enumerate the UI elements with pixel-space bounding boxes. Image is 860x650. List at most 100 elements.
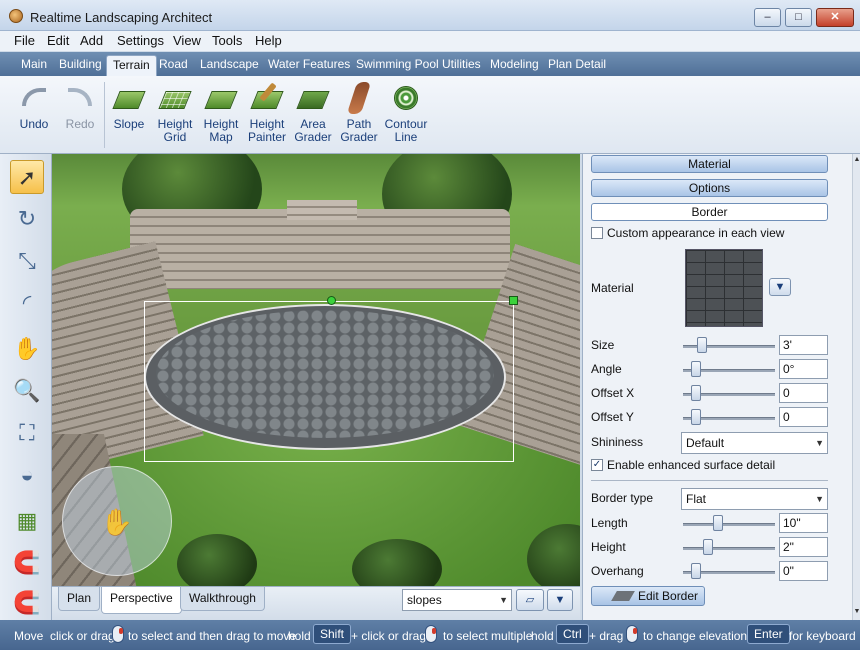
view-tab-plan[interactable]: Plan bbox=[58, 587, 101, 611]
tab-plan-detail[interactable]: Plan Detail bbox=[542, 55, 612, 76]
tab-road[interactable]: Road bbox=[153, 55, 194, 76]
border-type-select[interactable]: Flat ▼ bbox=[681, 488, 828, 510]
tab-building[interactable]: Building bbox=[53, 55, 108, 76]
tab-terrain[interactable]: Terrain bbox=[106, 55, 157, 76]
angle-slider-thumb[interactable] bbox=[691, 361, 701, 377]
app-icon bbox=[9, 9, 23, 23]
close-button[interactable]: ✕ bbox=[816, 8, 854, 27]
scroll-up-icon[interactable]: ▲ bbox=[853, 156, 860, 163]
panel-scrollbar[interactable]: ▲ ▼ bbox=[852, 154, 860, 620]
selection-handle-top[interactable] bbox=[327, 296, 336, 305]
height-field[interactable]: 2" bbox=[779, 537, 828, 557]
angle-field[interactable]: 0° bbox=[779, 359, 828, 379]
view-tab-perspective[interactable]: Perspective bbox=[101, 587, 182, 614]
height-painter-button[interactable]: Height Painter bbox=[244, 82, 290, 144]
menu-file[interactable]: File bbox=[14, 33, 35, 48]
tab-landscape[interactable]: Landscape bbox=[194, 55, 265, 76]
custom-appearance-checkbox[interactable] bbox=[591, 227, 603, 239]
minimize-button[interactable]: – bbox=[754, 8, 781, 27]
slope-button[interactable]: Slope bbox=[106, 82, 152, 131]
material-swatch[interactable] bbox=[685, 249, 763, 327]
slope-label: Slope bbox=[113, 117, 145, 131]
offset-x-field[interactable]: 0 bbox=[779, 383, 828, 403]
navigation-hand-icon[interactable]: ✋ bbox=[62, 466, 172, 576]
select-tool-icon[interactable]: ➚ bbox=[10, 160, 44, 194]
redo-button[interactable]: Redo bbox=[57, 82, 103, 131]
shininess-select[interactable]: Default ▼ bbox=[681, 432, 828, 454]
enhanced-detail-checkbox[interactable]: ✓ bbox=[591, 459, 603, 471]
tab-modeling[interactable]: Modeling bbox=[484, 55, 545, 76]
tab-main[interactable]: Main bbox=[15, 55, 53, 76]
length-slider-track bbox=[683, 523, 775, 526]
rotate-tool-icon[interactable]: ↻ bbox=[10, 202, 44, 236]
layer-select-value: slopes bbox=[407, 593, 442, 607]
undo-button[interactable]: Undo bbox=[11, 82, 57, 131]
zoom-tool-icon[interactable]: 🔍 bbox=[10, 374, 44, 408]
height-slider-thumb[interactable] bbox=[703, 539, 713, 555]
height-map-button[interactable]: Height Map bbox=[198, 82, 244, 144]
tab-water-features[interactable]: Water Features bbox=[262, 55, 356, 76]
redo-icon bbox=[64, 82, 96, 114]
layers-icon[interactable]: ▱ bbox=[516, 589, 544, 611]
selection-handle-corner[interactable] bbox=[509, 296, 518, 305]
height-grid-button[interactable]: Height Grid bbox=[152, 82, 198, 144]
angle-label: Angle bbox=[591, 362, 622, 376]
enter-key-badge: Enter bbox=[747, 624, 790, 644]
resize-tool-icon[interactable]: ⤡ bbox=[10, 244, 44, 278]
overhang-field[interactable]: 0" bbox=[779, 561, 828, 581]
overhang-slider-thumb[interactable] bbox=[691, 563, 701, 579]
offset-x-slider-thumb[interactable] bbox=[691, 385, 701, 401]
arc-tool-icon[interactable]: ◜ bbox=[10, 286, 44, 320]
perspective-view[interactable]: ✋ bbox=[52, 154, 580, 586]
menu-edit[interactable]: Edit bbox=[47, 33, 69, 48]
layer-select[interactable]: slopes ▼ bbox=[402, 589, 512, 611]
height-painter-icon bbox=[250, 82, 284, 114]
height-slider-track bbox=[683, 547, 775, 550]
bush-1 bbox=[177, 534, 257, 586]
border-section-button[interactable]: Border bbox=[591, 203, 828, 221]
stone-wall-back bbox=[130, 209, 510, 289]
options-section-button[interactable]: Options bbox=[591, 179, 828, 197]
menu-tools[interactable]: Tools bbox=[212, 33, 242, 48]
status-text-2: to select and then drag to move bbox=[128, 629, 297, 643]
snap-tool-icon[interactable]: 🧲 bbox=[10, 546, 44, 580]
edit-border-icon bbox=[611, 591, 635, 601]
area-grader-button[interactable]: Area Grader bbox=[290, 82, 336, 144]
shininess-value: Default bbox=[686, 436, 725, 450]
panel-divider bbox=[591, 480, 828, 481]
chevron-down-icon: ▼ bbox=[499, 595, 508, 605]
tab-utilities[interactable]: Utilities bbox=[436, 55, 487, 76]
view-menu-icon[interactable]: ▼ bbox=[547, 589, 573, 611]
orbit-tool-icon[interactable]: ◒ bbox=[10, 458, 44, 492]
magnet-tool-icon[interactable]: 🧲 bbox=[10, 586, 44, 616]
menu-view[interactable]: View bbox=[173, 33, 201, 48]
length-slider-thumb[interactable] bbox=[713, 515, 723, 531]
view-tab-walkthrough[interactable]: Walkthrough bbox=[180, 587, 265, 611]
edit-border-button[interactable]: Edit Border bbox=[591, 586, 705, 606]
height-grid-icon bbox=[158, 82, 192, 114]
zoom-box-tool-icon[interactable]: ⛶ bbox=[10, 416, 44, 450]
chevron-down-icon: ▼ bbox=[815, 494, 824, 504]
size-slider-thumb[interactable] bbox=[697, 337, 707, 353]
grid-tool-icon[interactable]: ▦ bbox=[10, 504, 44, 538]
status-hold-1: hold bbox=[288, 629, 311, 643]
length-field[interactable]: 10" bbox=[779, 513, 828, 533]
offset-y-slider-thumb[interactable] bbox=[691, 409, 701, 425]
pan-tool-icon[interactable]: ✋ bbox=[10, 332, 44, 366]
contour-line-button[interactable]: Contour Line bbox=[383, 82, 429, 144]
tab-swimming-pool[interactable]: Swimming Pool bbox=[350, 55, 445, 76]
menu-add[interactable]: Add bbox=[80, 33, 103, 48]
menu-settings[interactable]: Settings bbox=[117, 33, 164, 48]
menu-help[interactable]: Help bbox=[255, 33, 282, 48]
contour-line-icon bbox=[390, 82, 422, 114]
shift-key-badge: Shift bbox=[313, 624, 352, 644]
scroll-down-icon[interactable]: ▼ bbox=[853, 608, 860, 615]
maximize-button[interactable]: □ bbox=[785, 8, 812, 27]
material-section-button[interactable]: Material bbox=[591, 155, 828, 173]
custom-appearance-label: Custom appearance in each view bbox=[607, 226, 785, 240]
size-field[interactable]: 3' bbox=[779, 335, 828, 355]
offset-y-field[interactable]: 0 bbox=[779, 407, 828, 427]
material-dropdown-icon[interactable]: ▼ bbox=[769, 278, 791, 296]
area-grader-icon bbox=[296, 82, 330, 114]
path-grader-button[interactable]: Path Grader bbox=[336, 82, 382, 144]
